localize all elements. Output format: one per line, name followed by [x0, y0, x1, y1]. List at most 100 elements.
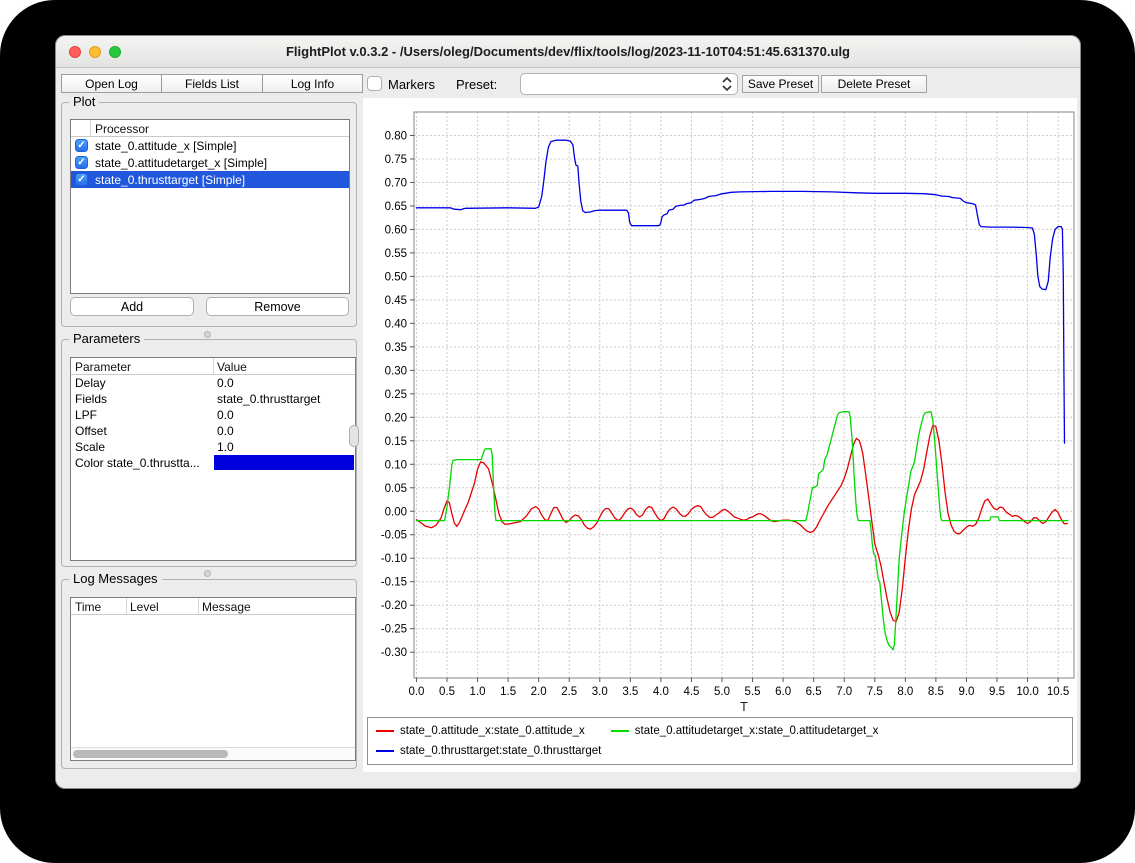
vertical-splitter-handle[interactable]: [349, 425, 359, 447]
y-tick-label: 0.70: [385, 177, 407, 189]
parameter-row[interactable]: Offset 0.0: [71, 423, 355, 439]
fields-list-button[interactable]: Fields List: [161, 74, 263, 93]
processor-row-label: state_0.attitude_x [Simple]: [95, 139, 236, 153]
markers-label: Markers: [388, 77, 435, 92]
x-tick-label: 5.5: [745, 686, 761, 698]
processor-row[interactable]: ✓ state_0.attitude_x [Simple]: [71, 137, 349, 154]
x-tick-label: 10.5: [1047, 686, 1069, 698]
combobox-stepper-icon[interactable]: [720, 76, 734, 92]
screenshot-stage: FlightPlot v.0.3.2 - /Users/oleg/Documen…: [0, 0, 1135, 863]
splitter-handle-top[interactable]: [204, 331, 211, 338]
y-tick-label: 0.30: [385, 365, 407, 377]
flight-plot-chart[interactable]: -0.30-0.25-0.20-0.15-0.10-0.050.000.050.…: [363, 98, 1077, 772]
color-swatch[interactable]: [214, 455, 354, 470]
row-checkbox[interactable]: ✓: [75, 173, 88, 186]
y-tick-label: 0.65: [385, 201, 407, 213]
parameter-value: 0.0: [217, 424, 234, 438]
x-tick-label: 6.0: [775, 686, 791, 698]
parameter-name: Scale: [75, 440, 105, 454]
legend-item: state_0.attitudetarget_x:state_0.attitud…: [611, 723, 879, 740]
log-messages-table[interactable]: Time Level Message: [70, 597, 356, 761]
parameter-row[interactable]: Scale 1.0: [71, 439, 355, 455]
row-checkbox[interactable]: ✓: [75, 156, 88, 169]
x-tick-label: 4.5: [683, 686, 699, 698]
log-messages-table-header: Time Level Message: [71, 598, 355, 615]
x-tick-label: 9.5: [989, 686, 1005, 698]
preset-combobox[interactable]: [520, 73, 738, 95]
processor-column-header: Processor: [95, 122, 149, 136]
title-bar[interactable]: FlightPlot v.0.3.2 - /Users/oleg/Documen…: [56, 36, 1080, 68]
y-tick-label: 0.25: [385, 389, 407, 401]
x-tick-label: 6.5: [806, 686, 822, 698]
x-tick-label: 8.5: [928, 686, 944, 698]
x-tick-label: 10.0: [1016, 686, 1038, 698]
plot-area[interactable]: [414, 112, 1074, 678]
parameter-row[interactable]: Fields state_0.thrusttarget: [71, 391, 355, 407]
x-tick-label: 7.0: [836, 686, 852, 698]
legend-item: state_0.attitude_x:state_0.attitude_x: [376, 723, 585, 740]
remove-button[interactable]: Remove: [206, 297, 349, 316]
x-axis-label: T: [740, 700, 748, 714]
parameter-color-row[interactable]: Color state_0.thrustta...: [71, 455, 355, 471]
parameters-table[interactable]: Parameter Value Delay 0.0 Fields state_0.th…: [70, 357, 356, 561]
processor-row-label: state_0.attitudetarget_x [Simple]: [95, 156, 267, 170]
parameter-column-header: Parameter: [75, 360, 131, 374]
x-tick-label: 4.0: [653, 686, 669, 698]
parameter-name: Delay: [75, 376, 106, 390]
processor-row[interactable]: ✓ state_0.attitudetarget_x [Simple]: [71, 154, 349, 171]
x-tick-label: 2.5: [561, 686, 577, 698]
log-info-button[interactable]: Log Info: [262, 74, 363, 93]
add-button[interactable]: Add: [70, 297, 194, 316]
x-tick-label: 8.0: [897, 686, 913, 698]
markers-checkbox[interactable]: [367, 76, 382, 91]
parameter-value: 1.0: [217, 440, 234, 454]
y-tick-label: -0.20: [381, 600, 407, 612]
horizontal-scrollbar-thumb[interactable]: [73, 750, 228, 758]
row-checkbox[interactable]: ✓: [75, 139, 88, 152]
parameter-name: Offset: [75, 424, 107, 438]
y-tick-label: -0.30: [381, 647, 407, 659]
message-column-header: Message: [202, 600, 251, 614]
parameters-table-header: Parameter Value: [71, 358, 355, 375]
parameter-row[interactable]: LPF0.0: [71, 407, 355, 423]
y-tick-label: 0.40: [385, 318, 407, 330]
time-column-header: Time: [75, 600, 101, 614]
save-preset-button[interactable]: Save Preset: [742, 75, 819, 93]
x-tick-label: 0.0: [408, 686, 424, 698]
splitter-handle-bottom[interactable]: [204, 570, 211, 577]
plot-group: Plot Processor ✓state_0.attitude_x [Simp…: [61, 102, 357, 327]
value-column-header: Value: [217, 360, 247, 374]
y-tick-label: 0.20: [385, 412, 407, 424]
x-tick-label: 0.5: [439, 686, 455, 698]
x-tick-label: 1.0: [470, 686, 486, 698]
log-messages-group-title: Log Messages: [69, 571, 162, 586]
parameter-value: state_0.thrusttarget: [217, 392, 320, 406]
legend-label: state_0.thrusttarget:state_0.thrusttarge…: [400, 745, 601, 757]
parameter-name: Fields: [75, 392, 107, 406]
preset-label: Preset:: [456, 77, 497, 92]
parameter-value: 0.0: [217, 408, 234, 422]
processor-table-header: Processor: [71, 120, 349, 137]
processor-table[interactable]: Processor ✓state_0.attitude_x [Simple]✓s…: [70, 119, 350, 294]
y-tick-label: -0.25: [381, 624, 407, 636]
y-tick-label: 0.45: [385, 295, 407, 307]
flightplot-window: FlightPlot v.0.3.2 - /Users/oleg/Documen…: [55, 35, 1081, 789]
open-log-button[interactable]: Open Log: [61, 74, 162, 93]
parameter-row[interactable]: Delay 0.0: [71, 375, 355, 391]
legend-label: state_0.attitude_x:state_0.attitude_x: [400, 725, 585, 737]
y-tick-label: 0.75: [385, 154, 407, 166]
horizontal-scrollbar[interactable]: [71, 747, 355, 760]
chart-legend: state_0.attitude_x:state_0.attitude_xsta…: [367, 717, 1073, 765]
x-tick-label: 9.0: [958, 686, 974, 698]
parameter-value: 0.0: [217, 376, 234, 390]
chart-panel[interactable]: -0.30-0.25-0.20-0.15-0.10-0.050.000.050.…: [363, 98, 1077, 772]
delete-preset-button[interactable]: Delete Preset: [821, 75, 927, 93]
level-column-header: Level: [130, 600, 159, 614]
y-tick-label: 0.55: [385, 248, 407, 260]
legend-label: state_0.attitudetarget_x:state_0.attitud…: [635, 725, 879, 737]
parameter-name: Color state_0.thrustta...: [75, 456, 200, 470]
y-tick-label: -0.10: [381, 553, 407, 565]
x-tick-label: 3.5: [622, 686, 638, 698]
y-tick-label: 0.15: [385, 436, 407, 448]
processor-row[interactable]: ✓state_0.thrusttarget [Simple]: [71, 171, 349, 188]
